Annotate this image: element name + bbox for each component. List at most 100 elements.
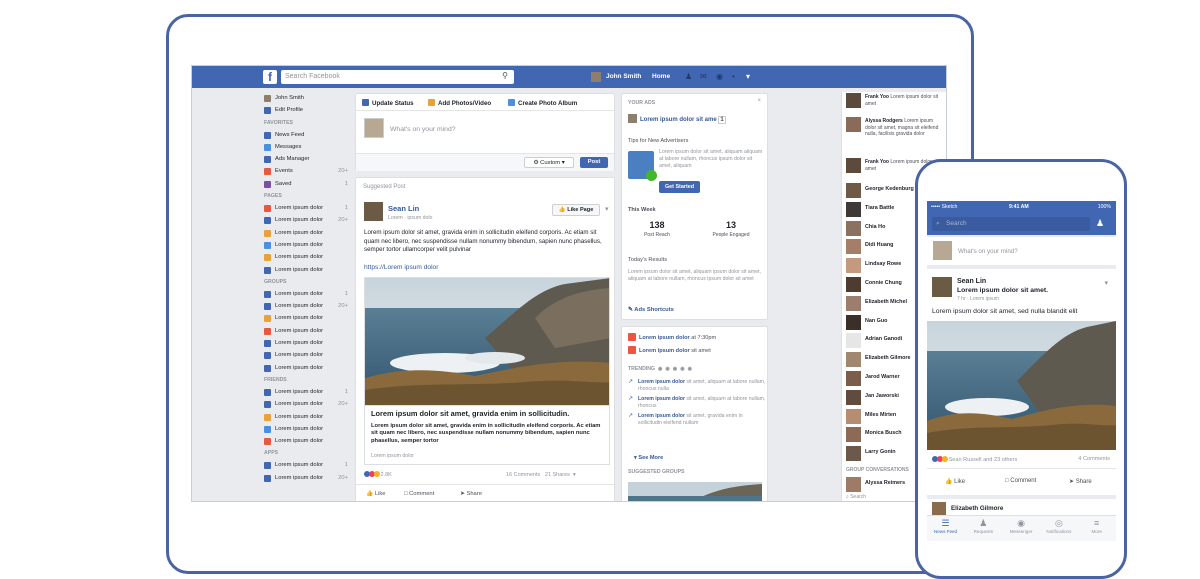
- mobile-tab-notifications[interactable]: ◎ Notifications: [1040, 518, 1077, 534]
- close-icon[interactable]: ×: [757, 98, 761, 104]
- nav-section-header: GROUPS: [264, 278, 287, 285]
- see-more-link[interactable]: ▾ See More: [634, 455, 663, 461]
- mobile-tab-news-feed[interactable]: ☰ News Feed: [927, 518, 964, 534]
- people-engaged-stat[interactable]: 13 People Engaged: [701, 220, 761, 238]
- sidebar-item[interactable]: Lorem ipsum dolor 20+: [262, 214, 352, 226]
- mobile-search-input[interactable]: Search: [932, 217, 1090, 231]
- event-item[interactable]: Lorem ipsum dolor sit amet: [628, 346, 711, 354]
- avatar[interactable]: [364, 202, 383, 221]
- help-icon[interactable]: •: [732, 72, 735, 81]
- sidebar-item[interactable]: Lorem ipsum dolor: [262, 349, 352, 361]
- sidebar-item[interactable]: Lorem ipsum dolor: [262, 337, 352, 349]
- sidebar-item[interactable]: Lorem ipsum dolor: [262, 312, 352, 324]
- post-image[interactable]: [927, 321, 1116, 450]
- composer-tabs: Update Status Add Photos/Video Create Ph…: [356, 94, 614, 111]
- sidebar-item[interactable]: News Feed: [262, 129, 352, 141]
- sidebar-item[interactable]: Edit Profile: [262, 104, 352, 116]
- mobile-tab-more[interactable]: ≡ More: [1078, 518, 1115, 534]
- avatar[interactable]: [932, 277, 952, 297]
- activity-item[interactable]: Frank Yoo Lorem ipsum dolor sit amet: [846, 93, 946, 117]
- privacy-select[interactable]: ⚙ Custom ▾: [524, 157, 574, 168]
- facebook-logo-icon[interactable]: f: [263, 70, 277, 84]
- post-author[interactable]: Sean Lin: [957, 278, 986, 285]
- sidebar-item[interactable]: Lorem ipsum dolor: [262, 435, 352, 447]
- sidebar-item[interactable]: Lorem ipsum dolor: [262, 423, 352, 435]
- profile-link[interactable]: John Smith: [606, 73, 641, 80]
- mobile-composer[interactable]: What's on your mind?: [927, 237, 1116, 265]
- comment-button[interactable]: □ Comment: [404, 491, 434, 497]
- mobile-status-input[interactable]: What's on your mind?: [958, 248, 1018, 255]
- sidebar-item[interactable]: Lorem ipsum dolor: [262, 227, 352, 239]
- like-button[interactable]: 👍 Like: [366, 491, 385, 497]
- ad-item[interactable]: Lorem ipsum dolor sit ame 1: [628, 114, 726, 124]
- friends-icon[interactable]: ♟: [1096, 218, 1104, 229]
- sidebar-item[interactable]: Lorem ipsum dolor: [262, 411, 352, 423]
- sidebar-item[interactable]: Messages: [262, 141, 352, 153]
- sidebar-item[interactable]: Lorem ipsum dolor 1: [262, 288, 352, 300]
- ads-shortcuts-link[interactable]: ✎ Ads Shortcuts: [628, 307, 674, 313]
- sidebar-item[interactable]: Lorem ipsum dolor 20+: [262, 472, 352, 484]
- chevron-down-icon[interactable]: ▾: [1104, 279, 1108, 287]
- chevron-down-icon[interactable]: ▾: [746, 72, 750, 81]
- mobile-reaction-summary[interactable]: Sean Russell and 23 others: [932, 456, 1017, 463]
- sidebar-item[interactable]: Lorem ipsum dolor: [262, 264, 352, 276]
- comment-button[interactable]: □ Comment: [1005, 478, 1036, 484]
- sidebar-item[interactable]: Ads Manager: [262, 153, 352, 165]
- mobile-tab-messenger[interactable]: ◉ Messenger: [1003, 518, 1040, 534]
- activity-item[interactable]: Alyssa Rodgers Lorem ipsum dolor sit ame…: [846, 117, 946, 151]
- home-link[interactable]: Home: [652, 73, 670, 80]
- get-started-button[interactable]: Get Started: [659, 181, 700, 193]
- event-item[interactable]: Lorem ipsum dolor at 7:30pm: [628, 333, 716, 341]
- sidebar-item[interactable]: Lorem ipsum dolor 1: [262, 386, 352, 398]
- nav-item-icon: [264, 474, 271, 482]
- link-preview[interactable]: Lorem ipsum dolor sit amet, gravida enim…: [364, 406, 610, 465]
- like-button[interactable]: 👍 Like: [945, 478, 965, 485]
- sidebar-item[interactable]: Saved 1: [262, 178, 352, 190]
- status-input[interactable]: What's on your mind?: [390, 126, 456, 133]
- friend-requests-icon[interactable]: ♟: [685, 72, 692, 81]
- post-button[interactable]: Post: [580, 157, 608, 168]
- nav-item-icon: [264, 388, 271, 396]
- sidebar-item[interactable]: John Smith: [262, 92, 352, 104]
- engagement-counts[interactable]: 16 Comments 21 Shares ▾: [506, 472, 576, 478]
- tab-create-album[interactable]: Create Photo Album: [508, 99, 577, 107]
- like-page-button[interactable]: 👍 Like Page: [552, 204, 600, 216]
- trending-item[interactable]: Lorem ipsum dolor sit amet, aliquam at l…: [628, 379, 766, 393]
- sidebar-item[interactable]: Lorem ipsum dolor: [262, 325, 352, 337]
- search-input[interactable]: Search Facebook ⚲: [281, 70, 514, 84]
- chevron-down-icon[interactable]: ▾: [605, 205, 609, 213]
- post-reach-label: Post Reach: [644, 232, 670, 238]
- mobile-tab-requests[interactable]: ♟ Requests: [965, 518, 1002, 534]
- mobile-comment-count[interactable]: 4 Comments: [1078, 456, 1110, 462]
- sidebar-item[interactable]: Lorem ipsum dolor 1: [262, 459, 352, 471]
- nav-item-count: 1: [344, 205, 348, 212]
- chat-search-input[interactable]: ⌕ Search: [846, 494, 866, 500]
- reaction-summary[interactable]: 2.8K: [364, 471, 392, 478]
- avatar[interactable]: [591, 72, 601, 82]
- share-button[interactable]: ➤ Share: [460, 491, 482, 497]
- nav-item-icon: [264, 95, 271, 102]
- reaction-count: 2.8K: [380, 472, 392, 478]
- post-image[interactable]: [364, 277, 610, 406]
- tab-add-photos[interactable]: Add Photos/Video: [428, 99, 491, 107]
- notifications-icon[interactable]: ◉: [716, 72, 723, 81]
- share-button[interactable]: ➤ Share: [1069, 478, 1092, 485]
- suggested-group-image[interactable]: [628, 482, 762, 501]
- trending-item[interactable]: Lorem ipsum dolor sit amet, gravida enim…: [628, 413, 766, 427]
- sidebar-item[interactable]: Lorem ipsum dolor: [262, 251, 352, 263]
- sidebar-item[interactable]: Lorem ipsum dolor: [262, 239, 352, 251]
- sidebar-item[interactable]: Lorem ipsum dolor 20+: [262, 300, 352, 312]
- sidebar-item[interactable]: Lorem ipsum dolor 20+: [262, 398, 352, 410]
- contact-name: Larry Gonin: [865, 449, 896, 456]
- sidebar-item[interactable]: Lorem ipsum dolor: [262, 362, 352, 374]
- sidebar-item[interactable]: Lorem ipsum dolor 1: [262, 202, 352, 214]
- post-author[interactable]: Sean Lin: [388, 204, 419, 213]
- post-link[interactable]: https://Lorem ipsum dolor: [364, 264, 438, 271]
- sidebar-item[interactable]: Events 20+: [262, 165, 352, 177]
- tab-update-status[interactable]: Update Status: [362, 99, 414, 107]
- search-icon[interactable]: ⚲: [502, 72, 508, 80]
- sidebar-item-label: Lorem ipsum dolor: [275, 401, 324, 408]
- messages-icon[interactable]: ✉: [700, 72, 707, 81]
- post-reach-stat[interactable]: 138 Post Reach: [627, 220, 687, 238]
- trending-item[interactable]: Lorem ipsum dolor sit amet, aliquam at l…: [628, 396, 766, 410]
